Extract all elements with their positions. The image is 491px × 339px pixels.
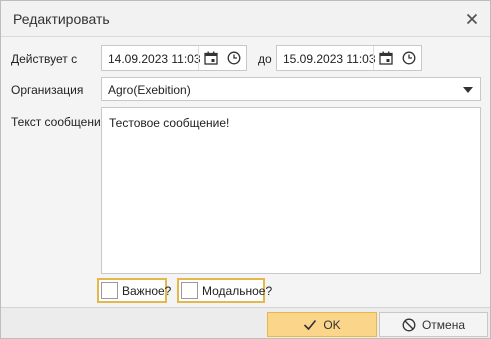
calendar-icon xyxy=(378,51,393,65)
modal-checkbox-label: Модальное? xyxy=(202,284,273,298)
close-button[interactable] xyxy=(462,9,482,29)
checkmark-icon xyxy=(304,319,317,330)
valid-to-field[interactable]: 15.09.2023 11:03 xyxy=(276,45,422,71)
close-icon xyxy=(466,13,478,25)
organization-value: Agro(Exebition) xyxy=(108,83,191,97)
valid-to-time-button[interactable] xyxy=(397,46,421,70)
message-textarea[interactable]: Тестовое сообщение! xyxy=(101,107,481,274)
cancel-button[interactable]: Отмена xyxy=(379,312,488,337)
valid-from-label: Действует с xyxy=(11,52,78,66)
message-label: Текст сообщения xyxy=(11,115,108,129)
clock-icon xyxy=(227,51,241,65)
modal-checkbox-box[interactable] xyxy=(181,282,198,299)
modal-checkbox[interactable]: Модальное? xyxy=(177,278,272,303)
valid-to-calendar-button[interactable] xyxy=(373,46,397,70)
valid-from-time-button[interactable] xyxy=(222,46,246,70)
edit-dialog: Редактировать Действует с 14.09.2023 11:… xyxy=(0,0,491,339)
important-checkbox[interactable]: Важное? xyxy=(97,278,171,303)
calendar-icon xyxy=(203,51,218,65)
cancel-circle-icon xyxy=(402,318,416,331)
organization-label: Организация xyxy=(11,83,84,97)
cancel-button-label: Отмена xyxy=(421,317,466,332)
ok-button-label: OK xyxy=(323,317,341,332)
valid-to-label: до xyxy=(258,52,272,66)
clock-icon xyxy=(402,51,416,65)
dialog-footer: OK Отмена xyxy=(1,307,490,338)
valid-from-value: 14.09.2023 11:03 xyxy=(108,52,201,66)
chevron-down-icon[interactable] xyxy=(463,87,473,93)
dialog-title: Редактировать xyxy=(13,11,110,27)
message-value: Тестовое сообщение! xyxy=(109,116,230,130)
valid-to-value: 15.09.2023 11:03 xyxy=(283,52,376,66)
ok-button[interactable]: OK xyxy=(267,312,377,337)
valid-from-calendar-button[interactable] xyxy=(198,46,222,70)
organization-select[interactable]: Agro(Exebition) xyxy=(101,77,481,101)
important-checkbox-box[interactable] xyxy=(101,282,118,299)
important-checkbox-label: Важное? xyxy=(122,284,172,298)
valid-from-field[interactable]: 14.09.2023 11:03 xyxy=(101,45,247,71)
titlebar: Редактировать xyxy=(1,1,490,37)
